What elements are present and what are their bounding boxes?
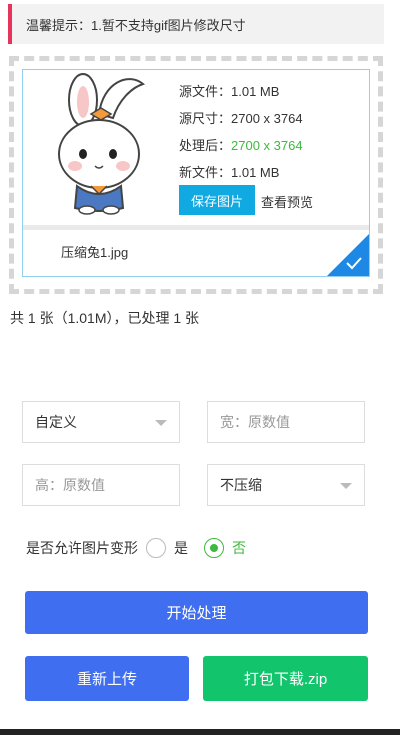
check-icon <box>346 257 362 270</box>
radio-no-label[interactable]: 否 <box>232 538 246 558</box>
width-input[interactable]: 宽：原数值 <box>207 401 365 443</box>
chevron-down-icon <box>155 420 167 426</box>
notice-banner: 温馨提示：1.暂不支持gif图片修改尺寸 <box>8 4 384 44</box>
notice-text: 温馨提示：1.暂不支持gif图片修改尺寸 <box>26 17 246 33</box>
bottom-bar <box>0 729 400 735</box>
upload-summary: 共 1 张（1.01M），已处理 1 张 <box>10 310 200 326</box>
file-info: 源文件：1.01 MB 源尺寸：2700 x 3764 处理后：2700 x 3… <box>179 78 303 186</box>
upload-dropzone[interactable]: 源文件：1.01 MB 源尺寸：2700 x 3764 处理后：2700 x 3… <box>9 56 383 294</box>
save-image-button[interactable]: 保存图片 <box>179 185 255 215</box>
radio-no[interactable] <box>204 538 224 558</box>
source-dimensions: 源尺寸：2700 x 3764 <box>179 111 303 126</box>
preset-select[interactable]: 自定义 <box>22 401 180 443</box>
new-size: 新文件：1.01 MB <box>179 165 280 180</box>
start-processing-button[interactable]: 开始处理 <box>25 591 368 634</box>
radio-yes[interactable] <box>146 538 166 558</box>
card-divider <box>23 225 369 230</box>
deform-option: 是否允许图片变形 是 否 <box>26 537 246 559</box>
deform-label: 是否允许图片变形 <box>26 540 138 556</box>
file-card[interactable]: 源文件：1.01 MB 源尺寸：2700 x 3764 处理后：2700 x 3… <box>22 69 370 277</box>
source-size: 源文件：1.01 MB <box>179 84 280 99</box>
file-name: 压缩兔1.jpg <box>61 245 129 260</box>
compress-select[interactable]: 不压缩 <box>207 464 365 506</box>
processed-dimensions: 处理后：2700 x 3764 <box>179 138 303 153</box>
download-zip-button[interactable]: 打包下载.zip <box>203 656 368 701</box>
height-input[interactable]: 高：原数值 <box>22 464 180 506</box>
reupload-button[interactable]: 重新上传 <box>25 656 189 701</box>
view-preview-link[interactable]: 查看预览 <box>261 192 313 211</box>
radio-yes-label[interactable]: 是 <box>174 538 188 558</box>
chevron-down-icon <box>340 483 352 489</box>
rabbit-thumbnail <box>33 72 167 216</box>
